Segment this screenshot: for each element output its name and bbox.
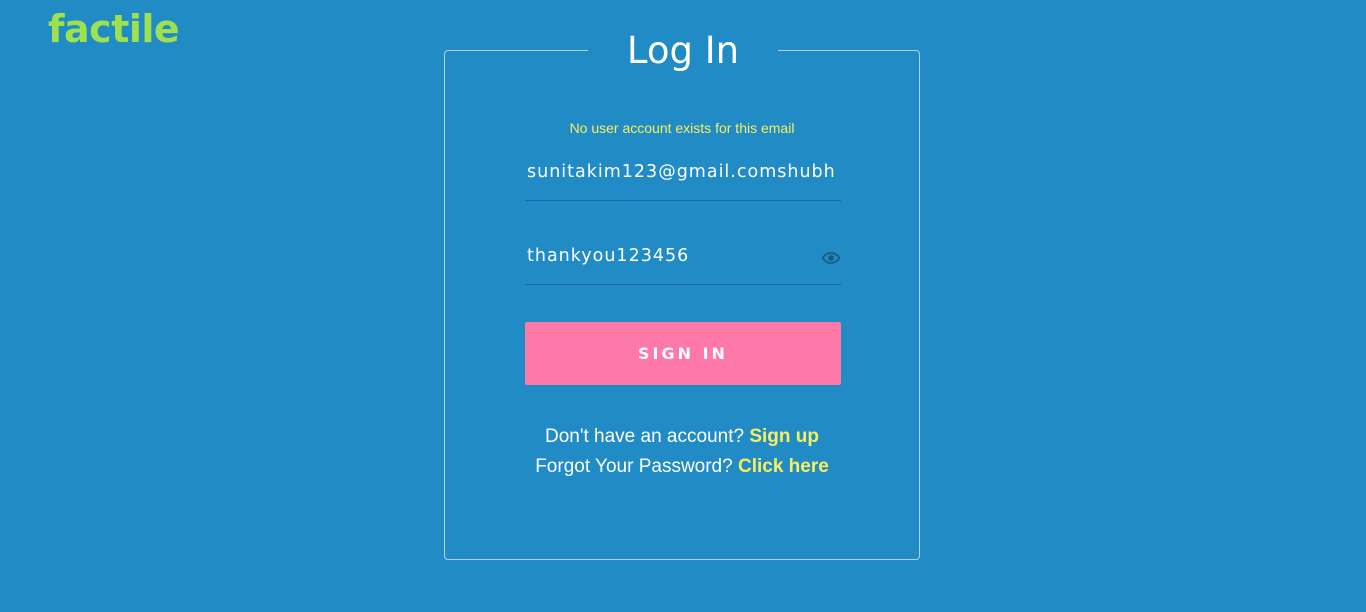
page-title: Log In <box>588 23 778 79</box>
email-field-wrapper <box>525 153 841 201</box>
forgot-password-text: Forgot Your Password? <box>535 456 733 477</box>
password-field-wrapper <box>525 237 841 285</box>
signup-prompt-text: Don't have an account? <box>545 426 745 447</box>
login-card: Log In No user account exists for this e… <box>444 23 920 560</box>
signup-link[interactable]: Sign up <box>749 426 819 447</box>
forgot-password-link[interactable]: Click here <box>738 456 829 477</box>
password-field[interactable] <box>525 241 809 271</box>
signup-prompt: Don't have an account? Sign up <box>445 426 919 448</box>
app-logo[interactable]: factile <box>48 10 180 48</box>
eye-icon[interactable] <box>821 251 841 265</box>
error-message: No user account exists for this email <box>569 120 795 136</box>
sign-in-button[interactable]: SIGN IN <box>525 322 841 385</box>
email-field[interactable] <box>525 157 841 187</box>
forgot-password-prompt: Forgot Your Password? Click here <box>445 456 919 478</box>
